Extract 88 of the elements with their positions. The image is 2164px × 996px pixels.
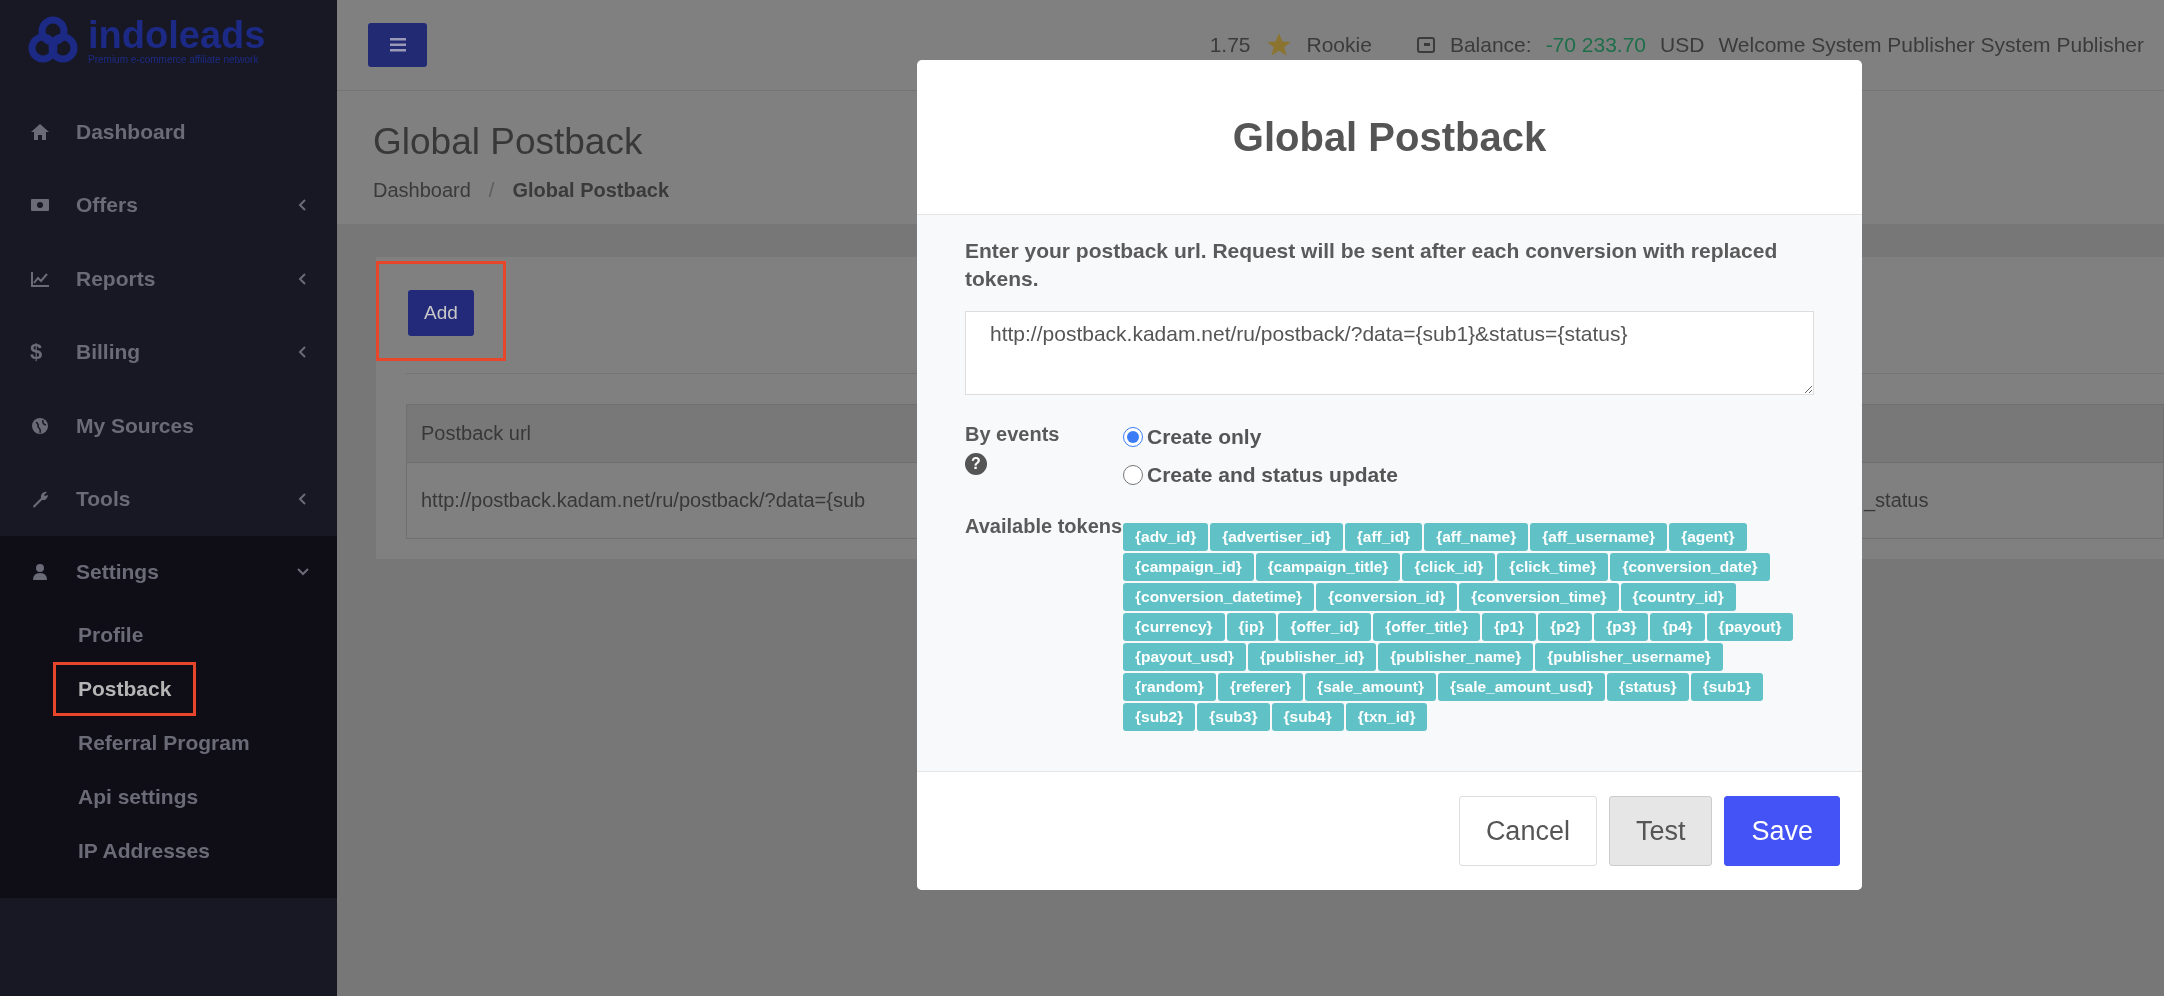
user-icon [30,562,50,582]
token-tag: {campaign_id} [1123,553,1254,581]
token-tag: {status} [1606,673,1689,701]
sidebar-item[interactable]: $ Billing [0,315,337,389]
token-tag: {sale_amount} [1305,673,1436,701]
help-icon[interactable]: ? [965,453,987,475]
token-tag: {click_id} [1402,553,1496,581]
token-tag: {payout_usd} [1123,643,1247,671]
table-cell-text: http://postback.kadam.net/ru/postback/?data={sub [420,488,867,513]
token-tag: {p3} [1594,613,1649,641]
token-tag: {publisher_id} [1248,643,1377,671]
submenu-item[interactable]: Postback [53,662,197,716]
token-tag: {random} [1123,673,1216,701]
page-title: Global Postback [373,121,643,163]
option-label: Create only [1147,425,1262,449]
token-tag: {sub1} [1690,673,1763,701]
token-tag: {p1} [1482,613,1537,641]
token-tag: {advertiser_id} [1210,523,1343,551]
tokens-label: Available tokens [965,514,1123,539]
token-tag: {sub2} [1123,703,1196,731]
submenu-item[interactable]: IP Addresses [53,824,235,878]
token-tag: {publisher_username} [1535,643,1723,671]
save-button[interactable]: Save [1724,796,1840,866]
globe-icon [30,415,50,436]
wrench-icon [30,489,50,510]
sidebar-item[interactable]: Reports [0,242,337,316]
dollar-icon: $ [30,339,50,366]
token-tag: {conversion_time} [1459,583,1619,611]
sidebar-item[interactable]: Tools [0,462,337,536]
intro-text: Enter your postback url. Request will be sent after each conversion with replaced tokens. [965,238,1779,292]
logo-tagline: Premium e-commerce affiliate network [88,53,260,65]
token-tag: {aff_name} [1424,523,1529,551]
table-cell-text: _status [1862,488,1930,514]
token-tag: {txn_id} [1345,703,1428,731]
rating-value: 1.75 [1209,33,1251,57]
cancel-button[interactable]: Cancel [1458,796,1597,866]
token-tag: {ip} [1226,613,1277,641]
add-button[interactable]: Add [408,290,474,336]
token-tag: {p4} [1650,613,1705,641]
token-tag: {p2} [1538,613,1593,641]
token-tag: {sale_amount_usd} [1437,673,1605,701]
postback-url-field[interactable]: http://postback.kadam.net/ru/postback/?data={sub1}&status={status} [965,311,1814,395]
column-header: Postback url [407,405,917,463]
balance-value: -70 233.70 [1545,33,1647,57]
token-tag: {country_id} [1620,583,1736,611]
balance-label: Balance: [1449,33,1532,57]
submenu-item[interactable]: Referral Program [53,716,275,770]
token-tag: {adv_id} [1123,523,1209,551]
home-icon [30,121,50,142]
token-tag: {publisher_name} [1378,643,1534,671]
token-tag: {campaign_title} [1255,553,1401,581]
test-button[interactable]: Test [1608,796,1713,866]
sidebar-item[interactable]: My Sources [0,389,337,463]
radio-button[interactable] [1123,465,1143,485]
option-label: Create and status update [1147,463,1398,487]
token-tag: {click_time} [1497,553,1609,581]
breadcrumb-separator: / [488,179,495,202]
token-tag: {offer_id} [1278,613,1372,641]
welcome-text: Welcome System Publisher System Publisher [1718,33,2144,57]
logo-icon [28,15,78,65]
token-tag: {currency} [1123,613,1225,641]
menu-button[interactable] [368,23,427,67]
rank-label: Rookie [1306,33,1372,57]
token-tag: {conversion_date} [1610,553,1770,581]
wallet-icon [1415,35,1436,55]
radio-button[interactable] [1123,427,1143,447]
sidebar-item[interactable]: Dashboard [0,95,337,169]
menu-icon [389,38,406,52]
sidebar-item[interactable]: Offers [0,168,337,242]
sidebar-item[interactable]: Settings [0,536,337,608]
token-tag: {conversion_datetime} [1123,583,1315,611]
token-tag: {referer} [1217,673,1304,701]
token-tag: {aff_id} [1344,523,1423,551]
token-tag: {conversion_id} [1316,583,1458,611]
token-tag: {agent} [1669,523,1747,551]
breadcrumb-item[interactable]: Global Postback [512,179,670,202]
token-tag: {sub3} [1197,703,1270,731]
logo-name: indoleads [88,15,266,54]
submenu-item[interactable]: Profile [53,608,169,662]
submenu-item[interactable]: Api settings [53,770,224,824]
currency-label: USD [1660,33,1705,57]
dialog-title: Global Postback [1232,114,1547,160]
token-tag: {offer_title} [1373,613,1480,641]
token-tag: {payout} [1706,613,1794,641]
events-label: By events [965,422,1061,447]
breadcrumb-item[interactable]: Dashboard [373,179,471,202]
token-tag: {sub4} [1271,703,1344,731]
token-tag: {aff_username} [1530,523,1668,551]
